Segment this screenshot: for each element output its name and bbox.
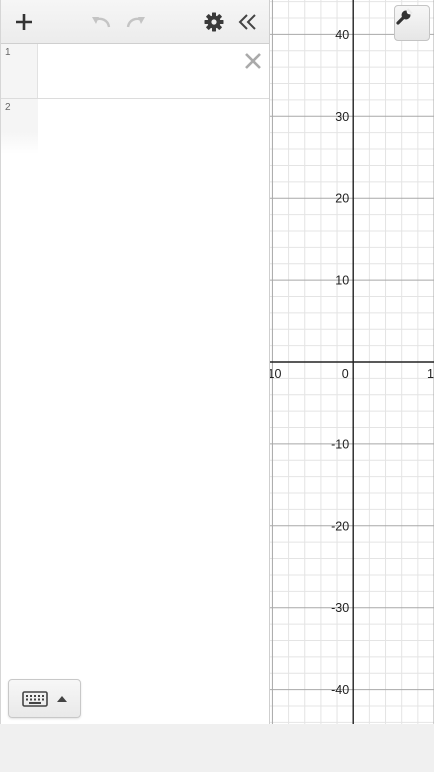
- expression-input[interactable]: [41, 105, 235, 147]
- graph-area[interactable]: -10 0 10 40 30 20 10 -10 -20 -30 -40: [270, 0, 434, 724]
- plus-icon: [16, 14, 32, 30]
- caret-up-icon: [56, 695, 67, 702]
- graph-settings-button[interactable]: [394, 5, 430, 41]
- double-chevron-left-icon: [238, 14, 256, 30]
- y-tick-label: -10: [331, 437, 349, 451]
- redo-button[interactable]: [122, 8, 150, 36]
- expression-input[interactable]: [41, 50, 235, 92]
- y-tick-label: 30: [335, 110, 349, 124]
- redo-icon: [126, 17, 145, 28]
- y-tick-label: 10: [335, 274, 349, 288]
- close-icon: [245, 53, 261, 69]
- x-tick-label: 0: [342, 367, 349, 381]
- expression-number: 1: [5, 47, 11, 58]
- keyboard-icon: [21, 690, 48, 707]
- undo-button[interactable]: [87, 8, 115, 36]
- expression-gutter: 1: [1, 44, 38, 98]
- add-expression-button[interactable]: [10, 8, 38, 36]
- expression-row[interactable]: 1: [1, 44, 269, 99]
- expression-number: 2: [5, 102, 11, 113]
- expression-toolbar: [1, 0, 269, 44]
- expression-row[interactable]: 2: [1, 99, 269, 154]
- x-tick-label: -10: [270, 367, 281, 381]
- expression-gutter: 2: [1, 99, 38, 154]
- wrench-icon: [396, 8, 413, 25]
- expression-panel: 1 2: [0, 0, 270, 724]
- keyboard-toggle-button[interactable]: [8, 679, 81, 718]
- collapse-panel-button[interactable]: [234, 8, 262, 36]
- undo-icon: [92, 17, 111, 28]
- delete-expression-button[interactable]: [243, 51, 263, 71]
- y-tick-label: -40: [331, 683, 349, 697]
- graphing-calculator-app: 1 2 10 0 1 40 30 20 10 -10 -20 -30 -40: [0, 0, 434, 724]
- y-tick-label: 40: [335, 28, 349, 42]
- gear-icon: [204, 12, 224, 32]
- y-tick-label: -30: [331, 601, 349, 615]
- graph-canvas[interactable]: -10 0 10 40 30 20 10 -10 -20 -30 -40: [270, 0, 434, 724]
- y-tick-label: -20: [331, 519, 349, 533]
- y-tick-label: 20: [335, 192, 349, 206]
- settings-button[interactable]: [200, 8, 228, 36]
- x-tick-label: 10: [427, 367, 434, 381]
